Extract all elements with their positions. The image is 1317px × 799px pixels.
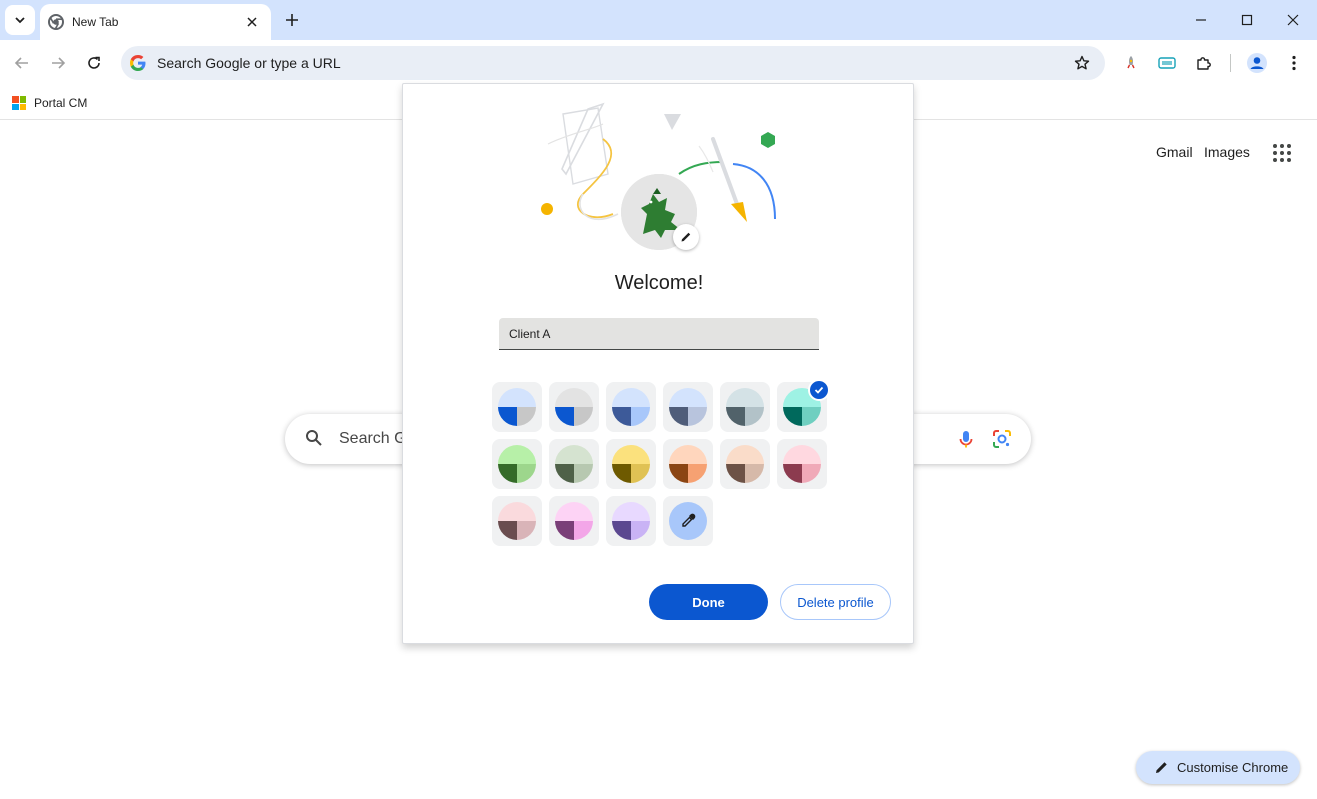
theme-color-swatch[interactable] bbox=[606, 439, 656, 489]
bookmark-label: Portal CM bbox=[34, 96, 88, 110]
picker-circle bbox=[669, 502, 707, 540]
theme-color-swatch[interactable] bbox=[663, 439, 713, 489]
customise-chrome-button[interactable]: Customise Chrome bbox=[1136, 751, 1300, 784]
checkmark-icon bbox=[808, 379, 830, 401]
theme-color-circle bbox=[555, 388, 593, 426]
pencil-icon bbox=[1154, 760, 1169, 775]
theme-color-circle bbox=[498, 445, 536, 483]
theme-color-circle bbox=[612, 388, 650, 426]
gmail-link[interactable]: Gmail bbox=[1156, 144, 1193, 160]
tab-new-tab[interactable]: New Tab bbox=[40, 4, 271, 40]
done-button[interactable]: Done bbox=[649, 584, 768, 620]
eyedropper-icon bbox=[682, 513, 696, 527]
theme-color-circle bbox=[669, 445, 707, 483]
customise-chrome-label: Customise Chrome bbox=[1177, 760, 1289, 775]
theme-color-swatch[interactable] bbox=[492, 439, 542, 489]
back-button[interactable] bbox=[9, 50, 35, 76]
maximize-icon bbox=[1241, 14, 1253, 26]
theme-color-circle bbox=[726, 445, 764, 483]
theme-color-circle bbox=[555, 445, 593, 483]
omnibox[interactable] bbox=[121, 46, 1105, 80]
forward-icon bbox=[52, 57, 66, 69]
theme-color-circle bbox=[555, 502, 593, 540]
theme-color-swatch[interactable] bbox=[549, 496, 599, 546]
new-tab-button[interactable] bbox=[280, 8, 304, 32]
close-icon bbox=[1287, 14, 1299, 26]
extension-rocket-button[interactable] bbox=[1118, 50, 1144, 76]
chevron-down-icon bbox=[15, 17, 25, 24]
theme-color-swatch[interactable] bbox=[606, 496, 656, 546]
chrome-icon bbox=[48, 14, 64, 30]
tab-search-button[interactable] bbox=[5, 5, 35, 35]
bookmark-star-button[interactable] bbox=[1067, 48, 1097, 78]
welcome-title: Welcome! bbox=[614, 272, 704, 294]
theme-color-swatch[interactable] bbox=[492, 382, 542, 432]
profile-customization-dialog: Welcome! Done Delete profile bbox=[402, 83, 914, 644]
close-icon[interactable] bbox=[243, 13, 261, 31]
theme-color-circle bbox=[498, 502, 536, 540]
extension-bar-button[interactable] bbox=[1154, 50, 1180, 76]
plus-icon bbox=[286, 14, 298, 26]
profile-name-field[interactable] bbox=[499, 318, 819, 350]
theme-color-swatch[interactable] bbox=[606, 382, 656, 432]
forward-button[interactable] bbox=[45, 50, 71, 76]
theme-color-swatch[interactable] bbox=[549, 439, 599, 489]
extension-rocket-icon bbox=[1127, 56, 1135, 69]
theme-color-swatch[interactable] bbox=[777, 439, 827, 489]
tab-title: New Tab bbox=[72, 15, 119, 29]
more-menu-button[interactable] bbox=[1281, 50, 1307, 76]
profile-name-input[interactable] bbox=[499, 318, 819, 349]
toolbar-divider bbox=[1230, 54, 1231, 72]
tab-strip: New Tab bbox=[0, 0, 1317, 40]
google-icon bbox=[129, 54, 147, 72]
star-icon bbox=[1074, 55, 1090, 70]
omnibox-input[interactable] bbox=[157, 55, 1067, 71]
minimize-icon bbox=[1196, 19, 1206, 21]
theme-color-swatch[interactable] bbox=[720, 382, 770, 432]
back-icon bbox=[14, 57, 28, 69]
reload-icon bbox=[88, 56, 100, 69]
microphone-icon[interactable] bbox=[955, 428, 977, 450]
microsoft-logo-icon bbox=[12, 96, 26, 110]
theme-color-swatch[interactable] bbox=[663, 382, 713, 432]
theme-color-swatch[interactable] bbox=[549, 382, 599, 432]
reload-button[interactable] bbox=[81, 50, 107, 76]
theme-color-circle bbox=[726, 388, 764, 426]
bookmark-portal-cm[interactable]: Portal CM bbox=[8, 90, 91, 116]
theme-color-circle bbox=[612, 445, 650, 483]
minimize-button[interactable] bbox=[1189, 8, 1213, 32]
edit-avatar-button[interactable] bbox=[673, 224, 699, 250]
delete-profile-button[interactable]: Delete profile bbox=[780, 584, 891, 620]
profile-button[interactable] bbox=[1244, 50, 1270, 76]
custom-color-picker-button[interactable] bbox=[663, 496, 713, 546]
puzzle-icon bbox=[1197, 57, 1211, 70]
theme-color-circle bbox=[612, 502, 650, 540]
theme-color-swatch[interactable] bbox=[720, 439, 770, 489]
theme-color-swatch[interactable] bbox=[777, 379, 830, 432]
search-icon bbox=[305, 429, 325, 449]
google-lens-icon[interactable] bbox=[991, 428, 1013, 450]
pencil-icon bbox=[681, 232, 691, 242]
extension-bar-icon bbox=[1158, 57, 1176, 69]
more-icon bbox=[1292, 55, 1296, 71]
google-apps-button[interactable] bbox=[1270, 141, 1294, 165]
theme-color-circle bbox=[498, 388, 536, 426]
extensions-button[interactable] bbox=[1191, 50, 1217, 76]
toolbar bbox=[0, 40, 1317, 86]
images-link[interactable]: Images bbox=[1204, 144, 1250, 160]
profile-icon bbox=[1247, 53, 1267, 73]
window-close-button[interactable] bbox=[1281, 8, 1305, 32]
maximize-button[interactable] bbox=[1235, 8, 1259, 32]
theme-color-circle bbox=[669, 388, 707, 426]
theme-color-swatch[interactable] bbox=[492, 496, 542, 546]
theme-color-circle bbox=[783, 445, 821, 483]
